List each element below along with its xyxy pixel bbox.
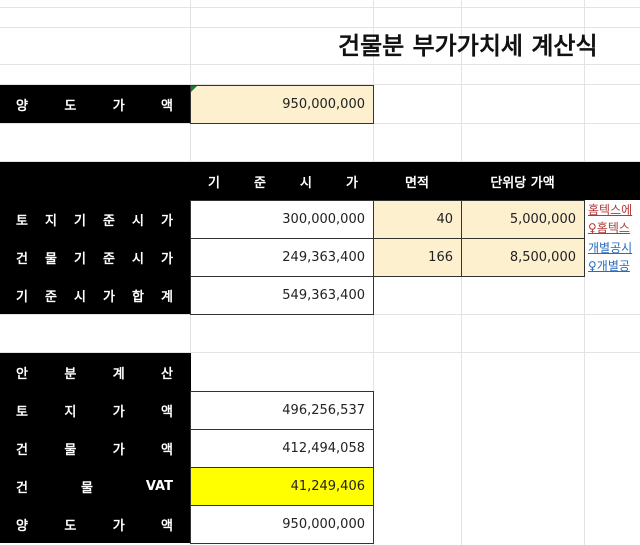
- land-value-cell[interactable]: 496,256,537: [190, 391, 374, 430]
- standard-total-label: 기준시가합계: [0, 276, 191, 314]
- land-standard-cell[interactable]: 300,000,000: [190, 200, 374, 239]
- building-notice-link[interactable]: 개별공시: [584, 239, 640, 257]
- header-unit-price: 단위당 가액: [461, 162, 584, 200]
- sale-price-cell[interactable]: 950,000,000: [190, 85, 374, 124]
- land-hometax-link[interactable]: 홈텍스에: [584, 201, 640, 219]
- standard-total-cell[interactable]: 549,363,400: [190, 276, 374, 315]
- land-area-cell[interactable]: 40: [373, 200, 462, 239]
- land-value-label: 토지가액: [0, 391, 191, 429]
- building-standard-label: 건물기준시가: [0, 238, 191, 276]
- building-vat-label: 건 물 VAT: [0, 467, 191, 505]
- building-area-cell[interactable]: 166: [373, 238, 462, 277]
- building-notice-link-2[interactable]: ♀개별공: [584, 257, 640, 275]
- building-value-label: 건물가액: [0, 429, 191, 467]
- land-hometax-link-2[interactable]: ♀홈텍스: [584, 219, 640, 237]
- sale-price-2-cell[interactable]: 950,000,000: [190, 505, 374, 544]
- building-vat-cell[interactable]: 41,249,406: [190, 467, 374, 506]
- land-standard-label: 토지기준시가: [0, 200, 191, 238]
- header-area: 면적: [373, 162, 461, 200]
- spreadsheet: 건물분 부가가치세 계산식 양도가액 950,000,000 기준시가 면적 단…: [0, 0, 640, 545]
- page-title: 건물분 부가가치세 계산식: [338, 32, 598, 60]
- building-value-cell[interactable]: 412,494,058: [190, 429, 374, 468]
- building-standard-cell[interactable]: 249,363,400: [190, 238, 374, 277]
- comment-indicator: [191, 86, 197, 92]
- sale-price-2-label: 양도가액: [0, 505, 191, 543]
- land-unit-price-cell[interactable]: 5,000,000: [461, 200, 585, 239]
- building-unit-price-cell[interactable]: 8,500,000: [461, 238, 585, 277]
- header-standard-price: 기준시가: [190, 162, 374, 200]
- sale-price-label: 양도가액: [0, 85, 191, 123]
- allocation-label: 안분계산: [0, 353, 191, 391]
